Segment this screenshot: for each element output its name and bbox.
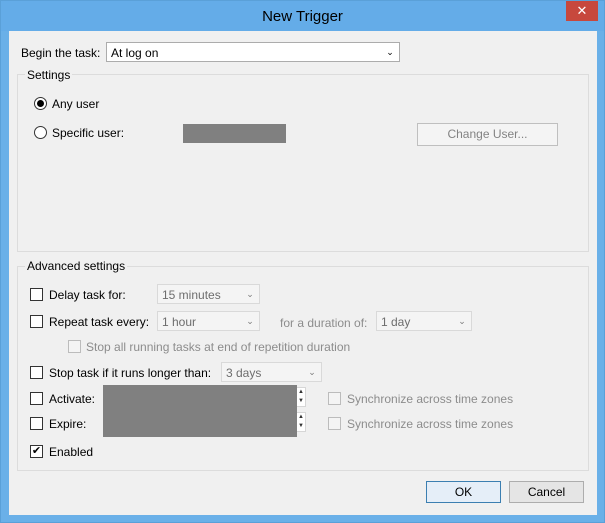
close-button[interactable]: ✕ [566, 1, 598, 21]
spin-down-icon: ▼ [298, 398, 304, 404]
specific-user-radio[interactable] [34, 126, 47, 139]
activate-label[interactable]: Activate: [49, 392, 95, 406]
advanced-settings-legend: Advanced settings [25, 259, 128, 273]
close-icon: ✕ [576, 3, 588, 18]
activate-time-spinner[interactable]: ▲ ▼ [296, 387, 306, 407]
spin-down-icon: ▼ [298, 423, 304, 429]
stop-longer-checkbox[interactable] [30, 366, 43, 379]
enabled-checkbox[interactable]: ✔ [30, 445, 43, 458]
change-user-button[interactable]: Change User... [417, 123, 558, 146]
any-user-radio[interactable] [34, 97, 47, 110]
stop-all-checkbox[interactable] [68, 340, 81, 353]
ok-button[interactable]: OK [426, 481, 501, 503]
expire-sync-checkbox[interactable] [328, 417, 341, 430]
checkmark-icon: ✔ [31, 445, 42, 457]
settings-legend: Settings [25, 68, 73, 82]
repeat-task-label[interactable]: Repeat task every: [49, 315, 149, 329]
spin-up-icon: ▲ [298, 414, 304, 420]
duration-value: 1 day [381, 315, 411, 329]
chevron-down-icon: ⌄ [246, 289, 254, 299]
begin-task-label: Begin the task: [21, 46, 101, 60]
radio-dot [37, 100, 44, 107]
chevron-down-icon: ⌄ [246, 316, 254, 326]
expire-label[interactable]: Expire: [49, 417, 86, 431]
delay-task-value: 15 minutes [162, 288, 221, 302]
activate-sync-checkbox[interactable] [328, 392, 341, 405]
begin-task-select[interactable]: At log on ⌄ [106, 42, 400, 62]
repeat-interval-value: 1 hour [162, 315, 197, 329]
delay-task-label[interactable]: Delay task for: [49, 288, 126, 302]
duration-select[interactable]: 1 day ⌄ [376, 311, 472, 331]
new-trigger-dialog: New Trigger ✕ Begin the task: At log on … [0, 0, 605, 523]
expire-time-spinner[interactable]: ▲ ▼ [296, 412, 306, 432]
chevron-down-icon: ⌄ [458, 316, 466, 326]
stop-longer-label[interactable]: Stop task if it runs longer than: [49, 366, 211, 380]
any-user-label[interactable]: Any user [52, 97, 99, 111]
spin-up-icon: ▲ [298, 389, 304, 395]
expire-sync-label: Synchronize across time zones [347, 417, 514, 431]
cancel-button[interactable]: Cancel [509, 481, 584, 503]
stop-all-label: Stop all running tasks at end of repetit… [86, 340, 351, 354]
window-title: New Trigger [262, 8, 343, 25]
title-bar[interactable]: New Trigger ✕ [1, 1, 604, 31]
activate-checkbox[interactable] [30, 392, 43, 405]
chevron-down-icon: ⌄ [386, 47, 394, 57]
repeat-task-checkbox[interactable] [30, 315, 43, 328]
activate-sync-label: Synchronize across time zones [347, 392, 514, 406]
specific-user-label[interactable]: Specific user: [52, 126, 124, 140]
date-fields-redacted [103, 385, 297, 437]
delay-task-checkbox[interactable] [30, 288, 43, 301]
chevron-down-icon: ⌄ [308, 367, 316, 377]
settings-group [17, 74, 589, 252]
duration-label: for a duration of: [280, 316, 368, 330]
dialog-body: Begin the task: At log on ⌄ Settings Any… [9, 31, 597, 515]
enabled-label[interactable]: Enabled [49, 445, 93, 459]
expire-checkbox[interactable] [30, 417, 43, 430]
begin-task-value: At log on [111, 46, 159, 60]
repeat-interval-select[interactable]: 1 hour ⌄ [157, 311, 260, 331]
stop-longer-select[interactable]: 3 days ⌄ [221, 362, 322, 382]
delay-task-select[interactable]: 15 minutes ⌄ [157, 284, 260, 304]
stop-longer-value: 3 days [226, 366, 262, 380]
user-name-redacted [183, 124, 286, 143]
